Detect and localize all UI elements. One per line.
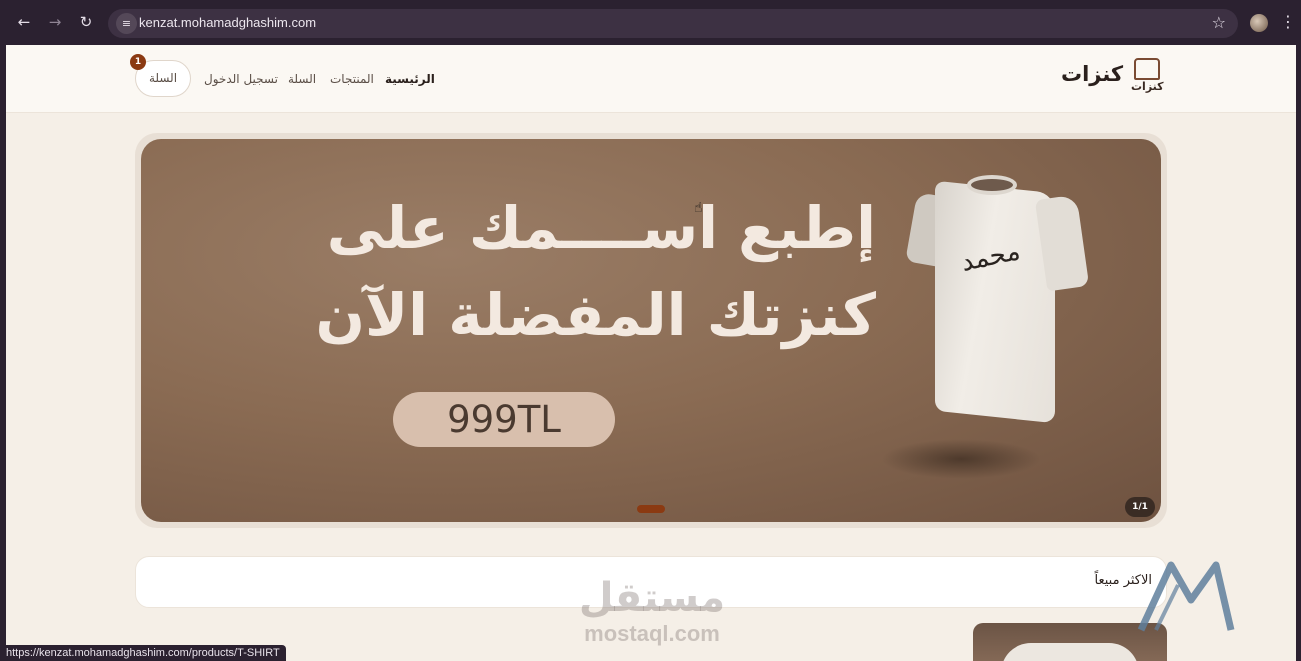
- reload-icon[interactable]: ↻: [76, 12, 96, 32]
- site-header: كنزات كنزات الرئيسية المنتجات السلة تسجي…: [6, 45, 1296, 113]
- browser-toolbar: ← → ↻ ≡ kenzat.mohamadghashim.com ☆ ⋮: [0, 0, 1301, 45]
- back-icon[interactable]: ←: [14, 12, 34, 32]
- profile-avatar[interactable]: [1250, 14, 1268, 32]
- web-page: كنزات كنزات الرئيسية المنتجات السلة تسجي…: [6, 45, 1296, 661]
- hero-headline-line1: إطبع اســــمك على: [326, 194, 876, 262]
- hero-carousel: إطبع اســــمك على كنزتك المفضلة الآن 999…: [135, 133, 1167, 528]
- nav-cart[interactable]: السلة: [288, 72, 316, 86]
- browser-menu-icon[interactable]: ⋮: [1280, 12, 1296, 31]
- logo-icon[interactable]: كنزات: [1130, 58, 1164, 96]
- nav-login[interactable]: تسجيل الدخول: [204, 72, 278, 86]
- hero-slide[interactable]: إطبع اســــمك على كنزتك المفضلة الآن 999…: [141, 139, 1161, 522]
- address-url[interactable]: kenzat.mohamadghashim.com: [139, 15, 316, 30]
- watermark-latin: mostaql.com: [584, 621, 720, 646]
- logo-mark-text: كنزات: [1131, 80, 1164, 93]
- watermark-arabic: مستقل: [578, 575, 726, 621]
- tshirt-image: محمد: [901, 167, 1090, 472]
- bookmark-star-icon[interactable]: ☆: [1212, 13, 1226, 32]
- nav-home[interactable]: الرئيسية: [385, 72, 435, 86]
- status-bar-url: https://kenzat.mohamadghashim.com/produc…: [0, 645, 286, 661]
- carousel-dot-active[interactable]: [637, 505, 665, 513]
- hero-headline-line2: كنزتك المفضلة الآن: [315, 281, 876, 349]
- address-bar[interactable]: ≡ kenzat.mohamadghashim.com ☆: [108, 9, 1238, 38]
- tshirt-collar: [967, 175, 1017, 195]
- watermark: مستقل mostaql.com: [572, 575, 732, 647]
- watermark-logo-icon: [1137, 561, 1235, 632]
- mouse-cursor-icon: ☝: [694, 200, 703, 216]
- price-badge: 999TL: [393, 392, 615, 447]
- shirt-logo-icon: [1134, 58, 1160, 80]
- cart-count-badge: 1: [130, 54, 146, 70]
- product-shirt-image: [1001, 643, 1139, 661]
- logo-text[interactable]: كنزات: [1061, 62, 1123, 86]
- nav-products[interactable]: المنتجات: [330, 72, 374, 86]
- forward-icon[interactable]: →: [45, 12, 65, 32]
- slide-counter: 1/1: [1125, 497, 1155, 517]
- site-info-icon[interactable]: ≡: [116, 13, 137, 34]
